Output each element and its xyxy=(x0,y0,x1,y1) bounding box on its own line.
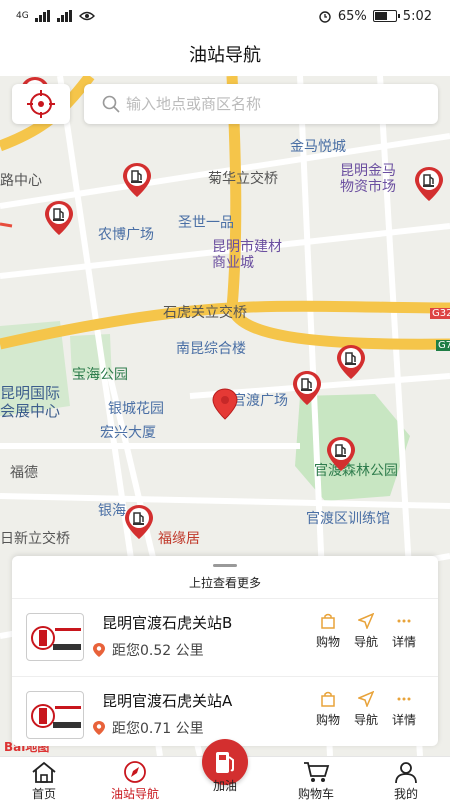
station-pin-icon[interactable] xyxy=(122,162,152,198)
drag-handle[interactable] xyxy=(213,564,237,567)
bottom-nav: 首页 油站导航 加油 购物车 我的 xyxy=(0,739,450,800)
user-icon xyxy=(395,762,417,783)
map-label: 物资市场 xyxy=(340,179,396,195)
station-list-sheet[interactable]: 上拉查看更多 昆明官渡石虎关站B 距您0.52 公里 购物 导航 详情 昆明官渡… xyxy=(12,556,438,746)
more-dots-icon xyxy=(397,619,411,623)
page-title-bar: 油站导航 xyxy=(0,32,450,76)
signal-indicators: 4G xyxy=(16,10,95,22)
station-name: 昆明官渡石虎关站B xyxy=(102,614,233,632)
compass-icon xyxy=(124,761,146,783)
page-title: 油站导航 xyxy=(189,45,261,66)
station-item[interactable]: 昆明官渡石虎关站B 距您0.52 公里 购物 导航 详情 xyxy=(12,598,438,676)
bag-icon xyxy=(321,691,335,707)
station-distance: 距您0.71 公里 xyxy=(92,718,204,738)
map-label: 银城花园 xyxy=(108,401,164,417)
map-label: 南昆综合楼 xyxy=(176,341,246,357)
signal-icon xyxy=(34,10,50,22)
battery-icon xyxy=(372,10,400,22)
station-name: 昆明官渡石虎关站A xyxy=(102,692,233,710)
map-label: 宝海公园 xyxy=(72,367,128,383)
navigate-button[interactable]: 导航 xyxy=(346,691,386,728)
signal-icon-2 xyxy=(56,10,72,22)
fuel-pump-icon xyxy=(216,752,234,773)
map-label: 福德 xyxy=(10,465,38,481)
status-bar: 4G 65% 5:02 xyxy=(0,0,450,32)
map-label: 官渡广场 xyxy=(232,393,288,409)
sheet-hint: 上拉查看更多 xyxy=(188,576,261,590)
map-label: 农博广场 xyxy=(98,227,154,243)
station-pin-icon[interactable] xyxy=(326,436,356,472)
highway-badge: G32 xyxy=(430,308,450,319)
crosshair-icon xyxy=(27,90,55,118)
locate-button[interactable] xyxy=(12,84,70,124)
send-arrow-icon xyxy=(358,613,374,629)
search-icon xyxy=(102,95,120,113)
location-icon xyxy=(93,721,105,735)
map-label: 官渡区训练馆 xyxy=(306,511,390,527)
navigate-button[interactable]: 导航 xyxy=(346,613,386,650)
distance-text: 距您0.71 公里 xyxy=(112,721,204,737)
shop-button[interactable]: 购物 xyxy=(308,691,348,728)
station-pin-icon[interactable] xyxy=(44,200,74,236)
nav-refuel[interactable]: 加油 xyxy=(185,777,265,794)
station-pin-icon[interactable] xyxy=(336,344,366,380)
bag-icon xyxy=(321,613,335,629)
current-location-pin xyxy=(212,388,238,420)
network-label: 4G xyxy=(16,11,29,21)
station-pin-icon[interactable] xyxy=(292,370,322,406)
alarm-icon xyxy=(319,11,331,23)
shop-button[interactable]: 购物 xyxy=(308,613,348,650)
detail-button[interactable]: 详情 xyxy=(384,613,424,650)
map-label: 日新立交桥 xyxy=(0,531,70,547)
detail-button[interactable]: 详情 xyxy=(384,691,424,728)
eye-icon xyxy=(78,11,95,21)
map-label: 金马悦城 xyxy=(290,139,346,155)
highway-badge: G7 xyxy=(436,340,450,351)
nav-home[interactable]: 首页 xyxy=(4,759,84,800)
map-label: 会展中心 xyxy=(0,402,61,420)
battery-percent: 65% xyxy=(337,8,367,24)
map-label: 宏兴大厦 xyxy=(100,425,156,441)
sinopec-logo xyxy=(26,613,84,661)
cart-icon xyxy=(304,762,330,782)
search-input[interactable] xyxy=(126,95,416,113)
clock: 5:02 xyxy=(402,8,432,24)
distance-text: 距您0.52 公里 xyxy=(112,643,204,659)
location-icon xyxy=(93,643,105,657)
map-label: 石虎关立交桥 xyxy=(163,305,247,321)
map-label: 菊华立交桥 xyxy=(208,171,278,187)
nav-mine[interactable]: 我的 xyxy=(366,759,446,800)
map-label: 路中心 xyxy=(0,173,42,189)
nav-cart[interactable]: 购物车 xyxy=(276,759,356,800)
map-label: 银海 xyxy=(98,503,126,519)
map-label: 商业城 xyxy=(212,255,254,271)
station-item[interactable]: 昆明官渡石虎关站A 距您0.71 公里 购物 导航 详情 xyxy=(12,676,438,746)
station-pin-icon[interactable] xyxy=(414,166,444,202)
send-arrow-icon xyxy=(358,691,374,707)
map-label: 福缘居 xyxy=(158,531,200,547)
nav-station-navigation[interactable]: 油站导航 xyxy=(95,759,175,800)
status-right: 65% 5:02 xyxy=(318,9,432,24)
station-pin-icon[interactable] xyxy=(124,504,154,540)
search-bar[interactable] xyxy=(84,84,438,124)
sinopec-logo xyxy=(26,691,84,739)
map-label: 圣世一品 xyxy=(178,215,234,231)
station-distance: 距您0.52 公里 xyxy=(92,640,204,660)
home-icon xyxy=(32,761,56,783)
more-dots-icon xyxy=(397,697,411,701)
